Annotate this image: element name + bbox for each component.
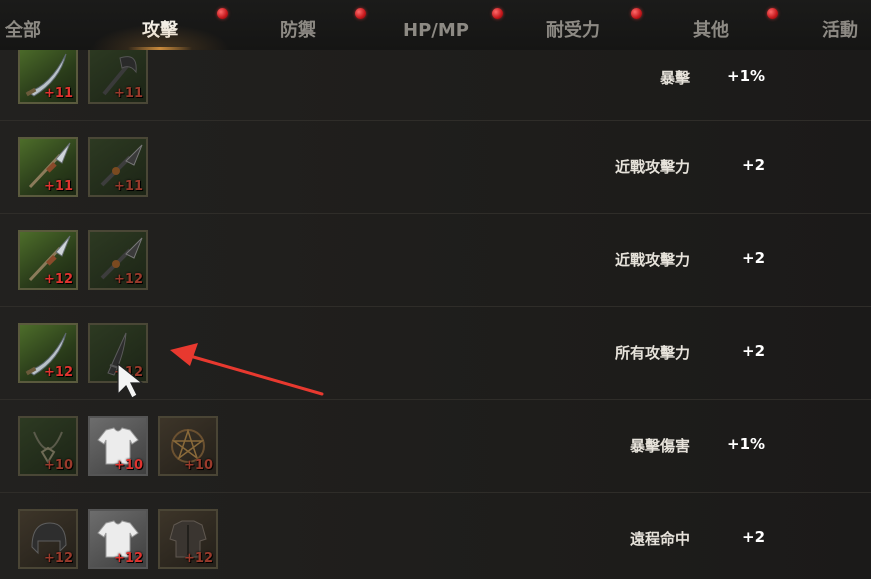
tab-label: 攻擊 [142, 20, 178, 41]
collection-list: +11 +11 暴擊 +1% +11 +11 近戰攻擊力 +2 +12 +12 [0, 50, 871, 579]
enhance-level: +10 [184, 458, 213, 473]
stat-name: 遠程命中 [629, 530, 690, 548]
stat-name: 近戰攻擊力 [614, 251, 690, 269]
tab-attack[interactable]: 攻擊 [90, 0, 230, 50]
collection-row[interactable]: +11 +11 暴擊 +1% [0, 50, 871, 122]
spear-icon[interactable]: +12 [18, 230, 78, 290]
stat-value: +2 [742, 156, 766, 174]
stat-value: +1% [727, 435, 766, 453]
tab-label: 活動 [822, 20, 858, 41]
tab-label: 防禦 [280, 20, 316, 41]
notification-dot-icon [492, 8, 503, 19]
notification-dot-icon [355, 8, 366, 19]
enhance-level: +11 [44, 86, 73, 101]
enhance-level: +12 [114, 272, 143, 287]
leather-armor-icon[interactable]: +12 [158, 509, 218, 569]
dark-spear-icon[interactable]: +11 [88, 137, 148, 197]
tab-label: 耐受力 [546, 20, 600, 41]
dark-blade-icon[interactable]: +12 [88, 323, 148, 383]
helmet-icon[interactable]: +12 [18, 509, 78, 569]
tab-hpmp[interactable]: HP/MP [396, 0, 476, 50]
category-tab-bar: 全部 攻擊 防禦 HP/MP 耐受力 其他 活動 [0, 0, 871, 51]
collection-row[interactable]: +12 +12 所有攻擊力 +2 [0, 306, 871, 401]
stat-name: 暴擊傷害 [629, 437, 690, 455]
dark-axe-icon[interactable]: +11 [88, 50, 148, 104]
collection-row[interactable]: +12 +12 近戰攻擊力 +2 [0, 213, 871, 308]
notification-dot-icon [767, 8, 778, 19]
tab-label: HP/MP [403, 20, 469, 41]
enhance-level: +12 [44, 551, 73, 566]
enhance-level: +11 [44, 179, 73, 194]
stat-value: +2 [742, 249, 766, 267]
enhance-level: +12 [114, 365, 143, 380]
collection-row[interactable]: +12 +12 +12 遠程命中 +2 [0, 492, 871, 579]
collection-row[interactable]: +10 +10 +10 暴擊傷害 +1% [0, 399, 871, 494]
tab-label: 全部 [5, 20, 41, 41]
stat-name: 近戰攻擊力 [614, 158, 690, 176]
tab-label: 其他 [693, 20, 729, 41]
necklace-icon[interactable]: +10 [18, 416, 78, 476]
stat-name: 所有攻擊力 [614, 344, 690, 362]
stat-value: +2 [742, 528, 766, 546]
collection-row[interactable]: +11 +11 近戰攻擊力 +2 [0, 120, 871, 215]
white-shirt-icon[interactable]: +10 [88, 416, 148, 476]
stat-value: +1% [727, 67, 766, 85]
white-shirt-icon[interactable]: +12 [88, 509, 148, 569]
enhance-level: +11 [114, 179, 143, 194]
spear-icon[interactable]: +11 [18, 137, 78, 197]
tab-all[interactable]: 全部 [0, 0, 46, 50]
notification-dot-icon [631, 8, 642, 19]
tab-event[interactable]: 活動 [822, 0, 871, 50]
tab-tolerance[interactable]: 耐受力 [530, 0, 616, 50]
enhance-level: +12 [44, 365, 73, 380]
stat-value: +2 [742, 342, 766, 360]
enhance-level: +12 [44, 272, 73, 287]
tab-other[interactable]: 其他 [678, 0, 744, 50]
curved-sword-icon[interactable]: +11 [18, 50, 78, 104]
enhance-level: +12 [114, 551, 143, 566]
stat-name: 暴擊 [659, 69, 690, 87]
dark-spear-icon[interactable]: +12 [88, 230, 148, 290]
enhance-level: +10 [44, 458, 73, 473]
enhance-level: +12 [184, 551, 213, 566]
curved-sword-icon[interactable]: +12 [18, 323, 78, 383]
enhance-level: +11 [114, 86, 143, 101]
notification-dot-icon [217, 8, 228, 19]
pentagram-amulet-icon[interactable]: +10 [158, 416, 218, 476]
enhance-level: +10 [114, 458, 143, 473]
tab-defense[interactable]: 防禦 [265, 0, 331, 50]
